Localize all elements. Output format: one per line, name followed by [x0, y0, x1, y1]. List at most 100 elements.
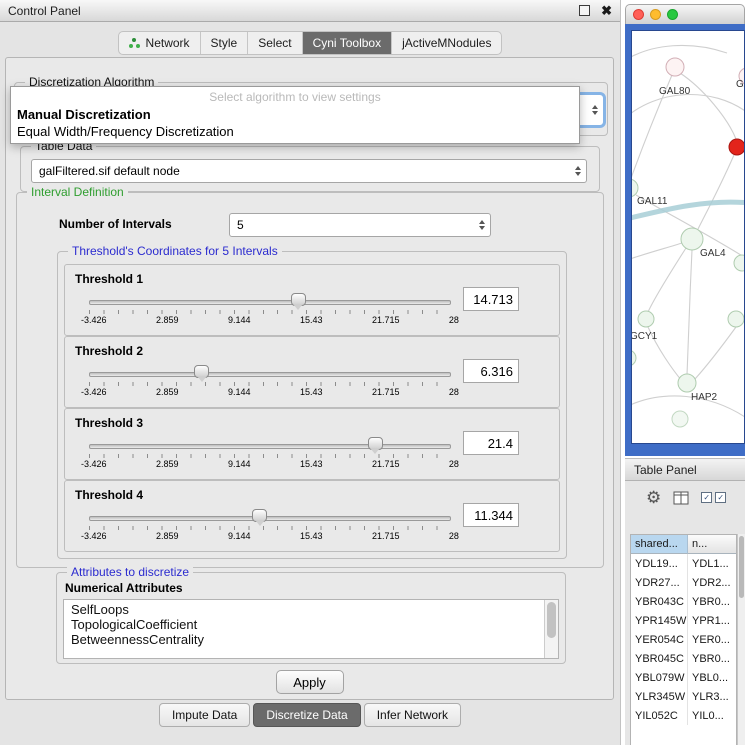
- slider-thumb[interactable]: [252, 509, 267, 522]
- table-cell[interactable]: YPR1...: [688, 611, 736, 630]
- number-of-intervals-combobox[interactable]: 5: [229, 213, 491, 237]
- tab-label: Select: [258, 36, 291, 50]
- column-header-n[interactable]: n...: [688, 535, 736, 554]
- network-node[interactable]: [672, 411, 688, 427]
- scale-tick-label: 9.144: [228, 531, 251, 541]
- table-row[interactable]: YDL19...YDL1...: [631, 554, 736, 573]
- network-node[interactable]: [728, 311, 744, 327]
- table-cell[interactable]: YDL19...: [631, 554, 688, 573]
- node-table: shared...n... YDL19...YDL1...YDR27...YDR…: [630, 534, 737, 745]
- slider-thumb[interactable]: [368, 437, 383, 450]
- slider-track[interactable]: [89, 300, 451, 305]
- slider-ticks: [89, 454, 451, 458]
- table-row[interactable]: YPR145WYPR1...: [631, 611, 736, 630]
- table-data-selected-value: galFiltered.sif default node: [39, 164, 180, 178]
- tab-impute-data[interactable]: Impute Data: [159, 703, 250, 727]
- tab-style[interactable]: Style: [200, 32, 248, 54]
- apply-button[interactable]: Apply: [276, 670, 344, 694]
- numerical-attributes-list[interactable]: SelfLoopsTopologicalCoefficientBetweenne…: [63, 599, 559, 659]
- network-edge: [698, 155, 734, 229]
- column-header-shared[interactable]: shared...: [631, 535, 688, 554]
- attribute-item-topologicalcoefficient[interactable]: TopologicalCoefficient: [71, 617, 558, 632]
- table-cell[interactable]: YDL1...: [688, 554, 736, 573]
- table-cell[interactable]: YIL052C: [631, 706, 688, 725]
- scale-tick-label: -3.426: [81, 459, 107, 469]
- network-node-label: GCY1: [632, 331, 658, 342]
- slider-thumb[interactable]: [291, 293, 306, 306]
- close-traffic-light-icon[interactable]: [633, 9, 644, 20]
- network-node-gal11[interactable]: [632, 179, 638, 197]
- tab-jactivemnodules[interactable]: jActiveMNodules: [391, 32, 501, 54]
- table-row[interactable]: YDR27...YDR2...: [631, 573, 736, 592]
- scale-tick-label: 15.43: [300, 459, 323, 469]
- table-row[interactable]: YIL052CYIL0...: [631, 706, 736, 725]
- network-node-gal80[interactable]: [666, 58, 684, 76]
- float-window-icon[interactable]: [579, 5, 590, 16]
- attributes-list-scrollbar[interactable]: [544, 600, 558, 658]
- slider-track[interactable]: [89, 516, 451, 521]
- slider-scale: -3.4262.8599.14415.4321.71528: [81, 315, 459, 325]
- tab-infer-network[interactable]: Infer Network: [364, 703, 461, 727]
- table-cell[interactable]: YPR145W: [631, 611, 688, 630]
- algorithm-option-equal-width-frequency[interactable]: Equal Width/Frequency Discretization: [11, 123, 579, 140]
- network-node-label: GA: [736, 79, 745, 90]
- network-node-gal4[interactable]: [681, 228, 703, 250]
- tab-discretize-data[interactable]: Discretize Data: [253, 703, 360, 727]
- network-node[interactable]: [734, 255, 745, 271]
- checkbox-icon[interactable]: ✓: [715, 492, 726, 503]
- table-row[interactable]: YBR043CYBR0...: [631, 592, 736, 611]
- threshold-slider[interactable]: -3.4262.8599.14415.4321.71528: [89, 291, 451, 329]
- table-cell[interactable]: YLR345W: [631, 687, 688, 706]
- table-scrollbar[interactable]: [737, 534, 745, 745]
- tab-select[interactable]: Select: [247, 32, 301, 54]
- table-data-combobox[interactable]: galFiltered.sif default node: [31, 159, 587, 183]
- checkbox-icon[interactable]: ✓: [701, 492, 712, 503]
- table-row[interactable]: YBR045CYBR0...: [631, 649, 736, 668]
- minimize-traffic-light-icon[interactable]: [650, 9, 661, 20]
- network-node-gcy1[interactable]: [638, 311, 654, 327]
- table-cell[interactable]: YBL079W: [631, 668, 688, 687]
- threshold-value-field[interactable]: 11.344: [463, 503, 519, 527]
- table-row[interactable]: YBL079WYBL0...: [631, 668, 736, 687]
- close-icon[interactable]: ✖: [601, 4, 612, 17]
- slider-thumb[interactable]: [194, 365, 209, 378]
- threshold-value-field[interactable]: 6.316: [463, 359, 519, 383]
- table-row[interactable]: YLR345WYLR3...: [631, 687, 736, 706]
- table-cell[interactable]: YBR043C: [631, 592, 688, 611]
- table-cell[interactable]: YDR27...: [631, 573, 688, 592]
- network-canvas[interactable]: GAL80GAGAL11GAL4GCY1HAP2: [631, 30, 745, 444]
- table-cell[interactable]: YER0...: [688, 630, 736, 649]
- table-cell[interactable]: YDR2...: [688, 573, 736, 592]
- network-node-hap2[interactable]: [678, 374, 696, 392]
- table-cell[interactable]: YBR0...: [688, 592, 736, 611]
- table-cell[interactable]: YBR045C: [631, 649, 688, 668]
- table-cell[interactable]: YBL0...: [688, 668, 736, 687]
- slider-track[interactable]: [89, 444, 451, 449]
- table-row[interactable]: YER054CYER0...: [631, 630, 736, 649]
- network-window-titlebar[interactable]: [625, 4, 745, 24]
- threshold-value-field[interactable]: 21.4: [463, 431, 519, 455]
- attribute-item-selfloops[interactable]: SelfLoops: [71, 602, 558, 617]
- table-cell[interactable]: YIL0...: [688, 706, 736, 725]
- gear-icon[interactable]: ⚙: [646, 489, 661, 506]
- table-panel-titlebar[interactable]: Table Panel: [625, 458, 745, 481]
- zoom-traffic-light-icon[interactable]: [667, 9, 678, 20]
- algorithm-option-manual-discretization[interactable]: Manual Discretization: [11, 106, 579, 123]
- table-cell[interactable]: YER054C: [631, 630, 688, 649]
- threshold-slider[interactable]: -3.4262.8599.14415.4321.71528: [89, 435, 451, 473]
- bottom-tab-bar: Impute DataDiscretize DataInfer Network: [0, 703, 620, 727]
- network-node[interactable]: [729, 139, 745, 155]
- tab-network[interactable]: Network: [119, 32, 200, 54]
- threshold-slider[interactable]: -3.4262.8599.14415.4321.71528: [89, 507, 451, 545]
- threshold-slider[interactable]: -3.4262.8599.14415.4321.71528: [89, 363, 451, 401]
- slider-track[interactable]: [89, 372, 451, 377]
- network-node[interactable]: [632, 350, 636, 366]
- scrollbar-thumb[interactable]: [739, 536, 744, 598]
- column-layout-icon[interactable]: [673, 491, 689, 505]
- threshold-value-field[interactable]: 14.713: [463, 287, 519, 311]
- table-cell[interactable]: YLR3...: [688, 687, 736, 706]
- tab-cyni-toolbox[interactable]: Cyni Toolbox: [302, 32, 391, 54]
- scrollbar-thumb[interactable]: [547, 602, 556, 638]
- table-cell[interactable]: YBR0...: [688, 649, 736, 668]
- attribute-item-betweennesscentrality[interactable]: BetweennessCentrality: [71, 632, 558, 647]
